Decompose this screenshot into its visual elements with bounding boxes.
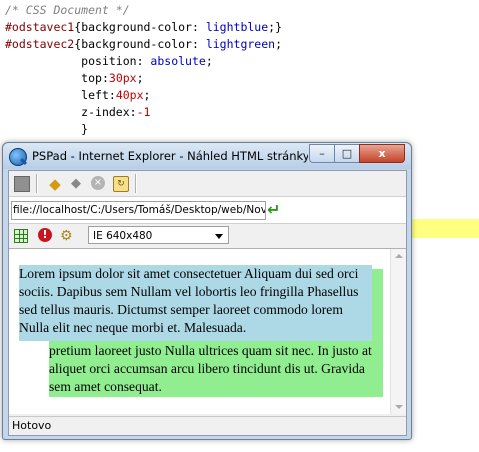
code-token: background-color — [81, 20, 192, 34]
preview-options-bar: ! ⚙ IE 640x480 — [9, 224, 406, 249]
code-token: z-index — [81, 105, 130, 119]
grid-icon[interactable] — [14, 229, 28, 243]
code-token: #odstavec2 — [5, 37, 75, 51]
back-arrow-icon[interactable]: ◆ — [47, 176, 63, 192]
code-token: absolute — [150, 54, 206, 68]
vertical-scrollbar[interactable] — [390, 249, 406, 414]
paragraph-odstavec1: Lorem ipsum dolor sit amet consectetuer … — [19, 265, 372, 341]
code-token: 40px — [115, 88, 144, 102]
code-line: #odstavec2{background-color: lightgreen; — [5, 36, 282, 53]
toolbar-separator — [135, 174, 137, 193]
scroll-up-icon[interactable] — [395, 254, 403, 258]
code-token: ; — [143, 88, 151, 102]
stop-icon[interactable]: × — [91, 176, 105, 190]
code-line: z-index:-1 — [5, 104, 150, 121]
code-token: : — [136, 54, 151, 68]
code-token: lightblue — [205, 20, 269, 34]
code-line: #odstavec1{background-color: lightblue;} — [5, 19, 282, 36]
code-token: } — [5, 122, 89, 136]
refresh-icon[interactable]: ↻ — [113, 176, 129, 192]
code-token: top — [81, 71, 102, 85]
current-line-highlight — [410, 219, 479, 238]
minimize-button[interactable]: – — [309, 144, 335, 163]
stop-square-icon[interactable] — [14, 176, 30, 192]
code-token: position — [81, 54, 137, 68]
window-title: PSPad - Internet Explorer - Náhled HTML … — [32, 149, 308, 163]
status-bar: Hotovo — [9, 416, 406, 435]
maximize-icon: □ — [341, 147, 353, 160]
code-token: /* CSS Document */ — [5, 3, 130, 17]
browser-toolbar: ◆ ◆ × ↻ — [9, 171, 406, 197]
go-arrow-icon[interactable]: ↵ — [267, 201, 285, 219]
html-preview[interactable]: pretium laoreet justo Nulla ultrices qua… — [9, 249, 406, 414]
code-token: background-color — [81, 37, 192, 51]
code-token: ; — [275, 37, 283, 51]
close-icon: x — [378, 147, 386, 160]
error-icon[interactable]: ! — [38, 228, 52, 242]
settings-icon[interactable]: ⚙ — [60, 228, 76, 244]
address-bar: file://localhost/C:/Users/Tomáš/Desktop/… — [9, 197, 406, 224]
code-line: left:40px; — [5, 87, 150, 104]
preview-window[interactable]: PSPad - Internet Explorer - Náhled HTML … — [2, 142, 412, 440]
minimize-icon: – — [319, 147, 325, 160]
maximize-button[interactable]: □ — [334, 144, 360, 163]
code-token: #odstavec1 — [5, 20, 75, 34]
code-token: : — [191, 37, 206, 51]
close-button[interactable]: x — [359, 144, 405, 163]
code-token: ; — [205, 54, 213, 68]
code-token: : — [191, 20, 206, 34]
scroll-down-icon[interactable] — [395, 405, 403, 409]
address-input[interactable]: file://localhost/C:/Users/Tomáš/Desktop/… — [11, 201, 266, 220]
code-token: ;} — [268, 20, 282, 34]
code-token: : — [101, 71, 109, 85]
ie-app-icon — [9, 148, 27, 166]
code-line: /* CSS Document */ — [5, 2, 130, 19]
code-token: : — [129, 105, 137, 119]
code-token: -1 — [136, 105, 151, 119]
forward-arrow-icon[interactable]: ◆ — [68, 176, 84, 192]
code-line: } — [5, 121, 88, 138]
code-token: 30px — [108, 71, 137, 85]
code-token: ; — [136, 71, 144, 85]
title-bar[interactable]: PSPad - Internet Explorer - Náhled HTML … — [3, 143, 411, 169]
code-token: lightgreen — [205, 37, 276, 51]
code-token: : — [108, 88, 116, 102]
code-line: top:30px; — [5, 70, 144, 87]
code-token: left — [81, 88, 109, 102]
chevron-down-icon — [215, 234, 223, 239]
code-line: position: absolute; — [5, 53, 213, 70]
toolbar-separator — [36, 174, 38, 193]
browser-mode-value: IE 640x480 — [93, 230, 153, 242]
window-content: ◆ ◆ × ↻ file://localhost/C:/Users/Tomáš/… — [8, 170, 407, 436]
browser-mode-select[interactable]: IE 640x480 — [88, 226, 229, 244]
